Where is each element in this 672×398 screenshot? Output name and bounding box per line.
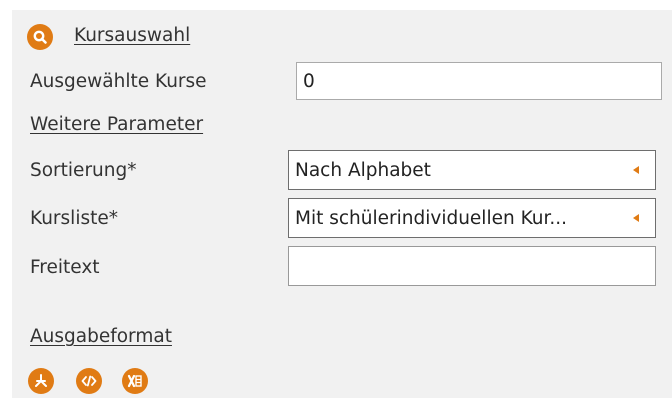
sorting-label: Sortierung* (30, 160, 137, 181)
dropdown-arrow-icon (633, 214, 639, 222)
course-list-value: Mit schülerindividuellen Kur... (295, 207, 568, 229)
html-code-icon[interactable] (76, 368, 102, 394)
output-format-link[interactable]: Ausgabeformat (30, 326, 172, 347)
excel-icon[interactable] (122, 368, 148, 394)
search-icon[interactable] (27, 24, 53, 50)
selected-courses-field[interactable]: 0 (296, 62, 662, 100)
selected-courses-value: 0 (303, 70, 315, 92)
free-text-input[interactable] (288, 246, 656, 286)
selected-courses-label: Ausgewählte Kurse (30, 71, 207, 92)
report-parameters-panel: Kursauswahl Ausgewählte Kurse 0 Weitere … (12, 10, 672, 398)
course-selection-link[interactable]: Kursauswahl (74, 25, 190, 46)
free-text-label: Freitext (30, 257, 100, 278)
course-list-select[interactable]: Mit schülerindividuellen Kur... (288, 198, 656, 238)
more-parameters-link[interactable]: Weitere Parameter (30, 114, 203, 135)
sorting-value: Nach Alphabet (295, 159, 431, 181)
pdf-icon[interactable] (28, 368, 54, 394)
dropdown-arrow-icon (633, 166, 639, 174)
course-list-label: Kursliste* (30, 208, 118, 229)
sorting-select[interactable]: Nach Alphabet (288, 150, 656, 190)
